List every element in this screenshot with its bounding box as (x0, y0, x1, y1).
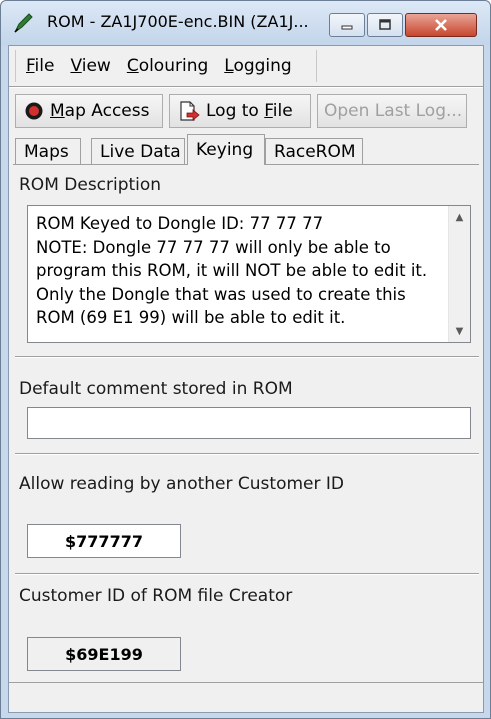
section-divider (15, 356, 479, 358)
menu-file[interactable]: File (26, 56, 54, 76)
app-window: ROM - ZA1J700E-enc.BIN (ZA1J... File Vie… (0, 0, 491, 719)
tab-live-data[interactable]: Live Data (91, 138, 185, 164)
log-to-file-label: Log to File (206, 101, 293, 121)
creator-id-field: $69E199 (27, 637, 181, 671)
maximize-button[interactable] (367, 13, 403, 37)
menu-logging[interactable]: Logging (224, 56, 291, 76)
log-file-icon (180, 101, 200, 121)
allow-reading-label: Allow reading by another Customer ID (19, 474, 344, 494)
status-bar (9, 682, 483, 712)
keying-panel: ROM Description ROM Keyed to Dongle ID: … (13, 164, 479, 682)
menu-separator (9, 86, 483, 88)
section-divider (15, 573, 479, 575)
tab-strip: Maps Live Data Keying RaceROM (13, 134, 479, 165)
title-bar[interactable]: ROM - ZA1J700E-enc.BIN (ZA1J... (1, 1, 490, 45)
window-title: ROM - ZA1J700E-enc.BIN (ZA1J... (47, 12, 309, 31)
tab-live-data-label: Live Data (100, 141, 181, 162)
minimize-icon (341, 25, 353, 30)
tab-keying-label: Keying (196, 140, 254, 160)
tab-raceroom-label: RaceROM (274, 141, 356, 162)
menu-view[interactable]: View (70, 56, 110, 76)
pen-icon (14, 13, 33, 33)
tab-raceroom[interactable]: RaceROM (265, 138, 363, 164)
maximize-icon (379, 19, 391, 30)
tab-maps-label: Maps (24, 141, 69, 162)
open-last-log-button[interactable]: Open Last Log... (317, 94, 467, 128)
minimize-button[interactable] (329, 13, 365, 37)
close-icon (435, 19, 447, 31)
menu-colouring[interactable]: Colouring (127, 56, 208, 76)
scroll-down-icon[interactable]: ▼ (449, 320, 470, 342)
creator-id-label: Customer ID of ROM file Creator (19, 586, 293, 606)
default-comment-input[interactable] (27, 407, 471, 439)
vertical-scrollbar[interactable]: ▲ ▼ (448, 206, 470, 342)
rom-description-label: ROM Description (19, 175, 162, 195)
record-icon (25, 102, 43, 120)
tab-keying[interactable]: Keying (187, 134, 265, 165)
section-divider (15, 453, 479, 455)
default-comment-label: Default comment stored in ROM (19, 379, 293, 399)
rom-description-textarea[interactable]: ROM Keyed to Dongle ID: 77 77 77 NOTE: D… (27, 205, 471, 343)
map-access-button[interactable]: Map Access (15, 94, 163, 128)
toolbar: Map Access Log to File Open Last Log... (13, 94, 473, 128)
close-button[interactable] (405, 13, 477, 37)
rom-description-text: ROM Keyed to Dongle ID: 77 77 77 NOTE: D… (36, 214, 428, 327)
menu-bar: File View Colouring Logging (15, 50, 317, 82)
scroll-up-icon[interactable]: ▲ (449, 206, 470, 228)
tab-maps[interactable]: Maps (15, 138, 81, 164)
allow-reading-input[interactable]: $777777 (27, 524, 181, 558)
map-access-label: Map Access (50, 101, 150, 121)
log-to-file-button[interactable]: Log to File (169, 94, 311, 128)
open-last-log-label: Open Last Log... (324, 101, 463, 121)
client-area: File View Colouring Logging Map Access L… (8, 45, 484, 713)
